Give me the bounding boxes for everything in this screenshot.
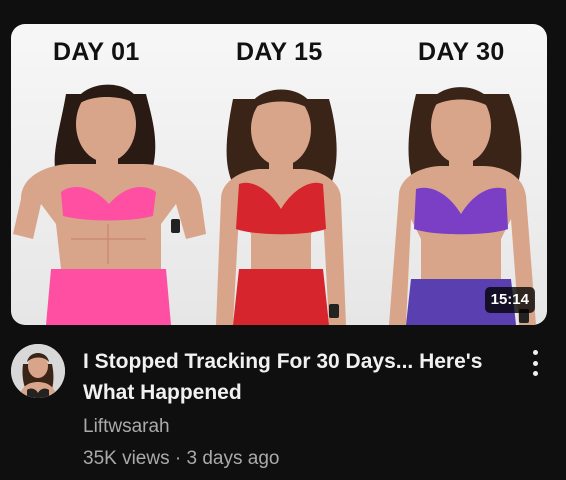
day-label-1: DAY 01	[53, 38, 140, 66]
upload-age: 3 days ago	[186, 448, 280, 469]
thumbnail-image	[13, 84, 536, 325]
day-label-3: DAY 30	[418, 38, 505, 66]
video-stats: 35K views · 3 days ago	[83, 446, 515, 472]
channel-avatar[interactable]	[11, 344, 65, 398]
menu-dot	[532, 371, 538, 376]
menu-dot	[532, 360, 538, 366]
duration-badge: 15:14	[484, 287, 535, 313]
more-vert-icon[interactable]	[524, 348, 546, 378]
video-meta: I Stopped Tracking For 30 Days... Here's…	[83, 346, 515, 472]
video-card[interactable]: DAY 01 DAY 15 DAY 30 15:14 I Stopped Tra…	[0, 0, 566, 480]
menu-dot	[532, 350, 538, 355]
view-count: 35K views	[83, 448, 170, 469]
day-label-2: DAY 15	[236, 38, 323, 66]
channel-name[interactable]: Liftwsarah	[83, 414, 515, 440]
avatar-image	[11, 344, 65, 398]
video-thumbnail[interactable]: DAY 01 DAY 15 DAY 30 15:14	[11, 24, 547, 325]
person-day-15	[216, 89, 346, 325]
stats-separator: ·	[174, 448, 182, 469]
person-day-01	[13, 84, 206, 325]
video-title[interactable]: I Stopped Tracking For 30 Days... Here's…	[83, 346, 515, 408]
